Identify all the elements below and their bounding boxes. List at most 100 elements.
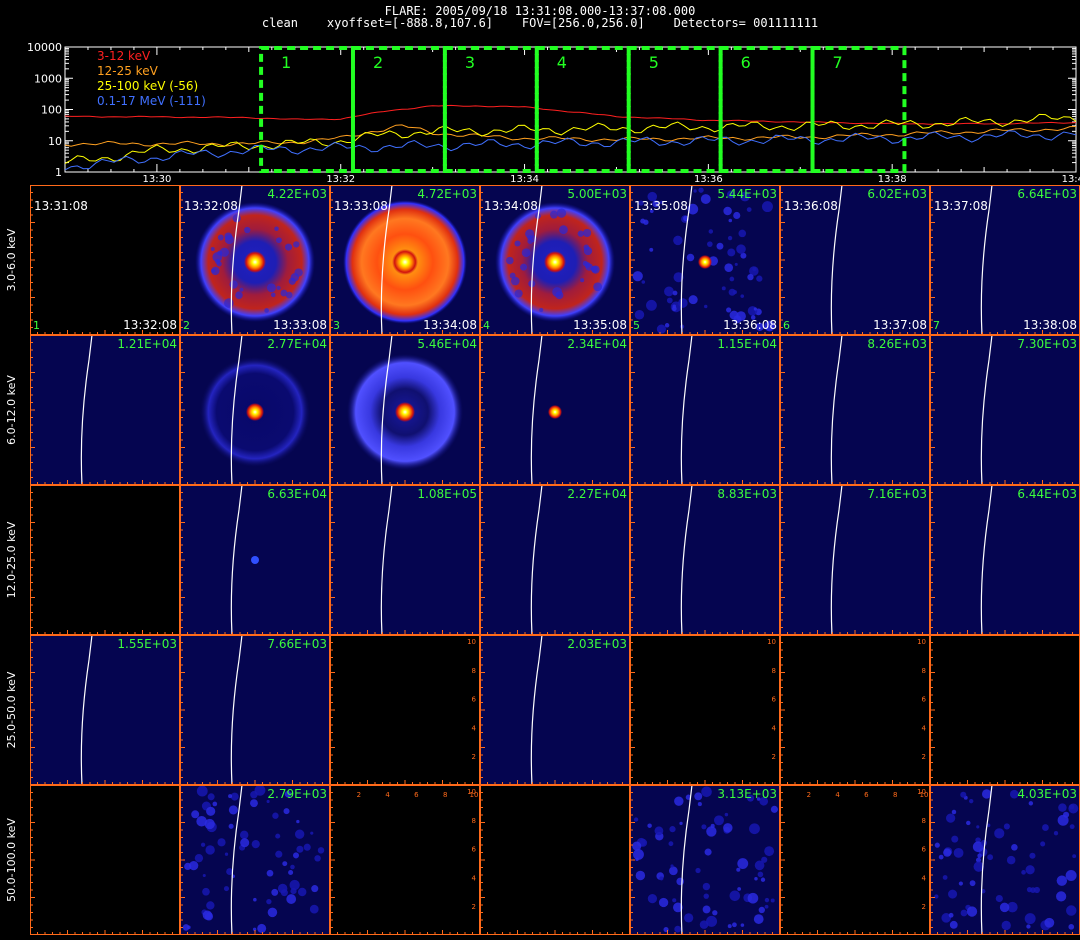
noise-blob: [980, 839, 987, 847]
noise-blob: [976, 825, 980, 829]
interval-end-time: 13:37:08: [873, 318, 927, 332]
noise-blob: [668, 841, 674, 847]
panel-background: [930, 635, 1080, 785]
flare-source: [246, 403, 264, 421]
emission-blob: [514, 240, 521, 247]
image-panel: 1.15E+04: [630, 334, 780, 486]
noise-blob: [206, 806, 216, 816]
noise-blob: [288, 870, 294, 876]
emission-blob: [274, 226, 279, 232]
noise-blob: [317, 847, 325, 854]
x-tick-label: 13:36: [694, 174, 723, 185]
series-line: [64, 104, 1077, 125]
peak-value: 4.22E+03: [267, 187, 327, 201]
emission-blob: [549, 210, 558, 219]
noise-blob: [292, 852, 300, 859]
noise-blob: [672, 304, 677, 309]
noise-blob: [969, 880, 976, 887]
noise-blob: [1001, 920, 1011, 931]
noise-blob: [693, 189, 697, 193]
panel-axis-label: 8: [922, 667, 926, 675]
image-panel: 3.13E+03: [630, 784, 780, 936]
noise-blob: [713, 815, 724, 826]
interval-box: [718, 46, 815, 173]
flare-source: [548, 405, 562, 419]
panel-background: [780, 485, 930, 635]
panel-axis-label: 2: [472, 903, 476, 911]
panel-axis-label: 8: [772, 667, 776, 675]
panel-background: [930, 485, 1080, 635]
noise-blob: [271, 888, 279, 896]
energy-band-label: 3.0-6.0 keV: [5, 228, 18, 291]
noise-blob: [977, 853, 982, 859]
noise-blob: [1063, 811, 1070, 818]
peak-value: 8.83E+03: [717, 487, 777, 501]
emission-blob: [210, 246, 215, 251]
noise-blob: [275, 833, 281, 839]
noise-blob: [659, 876, 664, 881]
noise-blob: [736, 244, 746, 254]
emission-blob: [276, 237, 282, 244]
noise-blob: [746, 207, 752, 212]
interval-end-time: 13:32:08: [123, 318, 177, 332]
noise-blob: [635, 857, 639, 862]
panel-axis-label: 2: [772, 753, 776, 761]
panel-axis-label: 4: [922, 724, 927, 732]
noise-blob: [664, 286, 674, 297]
noise-blob: [1066, 905, 1077, 916]
emission-blob: [520, 263, 528, 271]
interval-end-time: 13:36:08: [723, 318, 777, 332]
peak-value: 1.08E+05: [417, 487, 477, 501]
noise-blob: [669, 826, 676, 833]
interval-start-time: 13:35:08: [634, 199, 688, 213]
interval-label: 3: [465, 53, 475, 72]
image-panel: 4.22E+03 13:32:08 13:33:08 2: [180, 185, 330, 336]
noise-blob: [314, 855, 321, 862]
noise-blob: [747, 892, 759, 904]
interval-number: 7: [933, 319, 940, 332]
emission-blob: [511, 276, 520, 286]
peak-value: 1.55E+03: [117, 637, 177, 651]
image-panel: 1.55E+03: [30, 634, 180, 786]
noise-blob: [1056, 891, 1067, 902]
emission-blob: [584, 262, 591, 268]
legend-entry: 12-25 keV: [97, 64, 159, 78]
noise-blob: [228, 805, 238, 815]
noise-blob: [191, 810, 200, 819]
image-grid: 13:31:08 13:32:08 1 4.22E+03 13:32:08 13:33:0…: [5, 185, 1080, 936]
noise-blob: [700, 194, 711, 204]
noise-blob: [670, 864, 674, 868]
noise-blob: [679, 821, 683, 826]
lightcurve-plot: 1 10 100 1000 10000 13:30 13:32 13:34 13:36 13:38…: [27, 41, 1080, 185]
noise-blob: [283, 808, 290, 815]
legend-entry: 0.1-17 MeV (-111): [97, 94, 206, 108]
interval-label: 5: [649, 53, 659, 72]
noise-blob: [942, 875, 948, 880]
noise-blob: [1021, 870, 1026, 875]
image-panel: 2.79E+03: [180, 784, 330, 936]
panel-axis-label: 2: [472, 753, 476, 761]
peak-value: 1.15E+04: [717, 337, 777, 351]
emission-blob: [224, 234, 234, 245]
energy-band-label: 25.0-50.0 keV: [5, 671, 18, 748]
panel-background: [30, 485, 180, 635]
peak-value: 8.26E+03: [867, 337, 927, 351]
emission-blob: [580, 278, 585, 283]
image-panel: 4.72E+03 13:33:08 13:34:08 3: [330, 185, 480, 336]
image-panel: 13:31:08 13:32:08 1: [30, 185, 180, 335]
panel-axis-label: 4: [472, 724, 477, 732]
panel-background: [930, 335, 1080, 485]
x-tick-label: 13:30: [142, 174, 171, 185]
noise-blob: [1056, 875, 1068, 886]
interval-box: [810, 46, 907, 173]
emission-blob: [211, 268, 216, 273]
emission-blob: [217, 234, 224, 241]
image-panel: [930, 635, 1080, 785]
image-panel: 2.77E+04: [180, 334, 330, 486]
noise-blob: [202, 910, 213, 920]
noise-blob: [204, 818, 215, 830]
noise-blob: [747, 274, 754, 281]
noise-blob: [712, 910, 718, 916]
noise-blob: [643, 219, 649, 225]
noise-blob: [282, 861, 288, 867]
